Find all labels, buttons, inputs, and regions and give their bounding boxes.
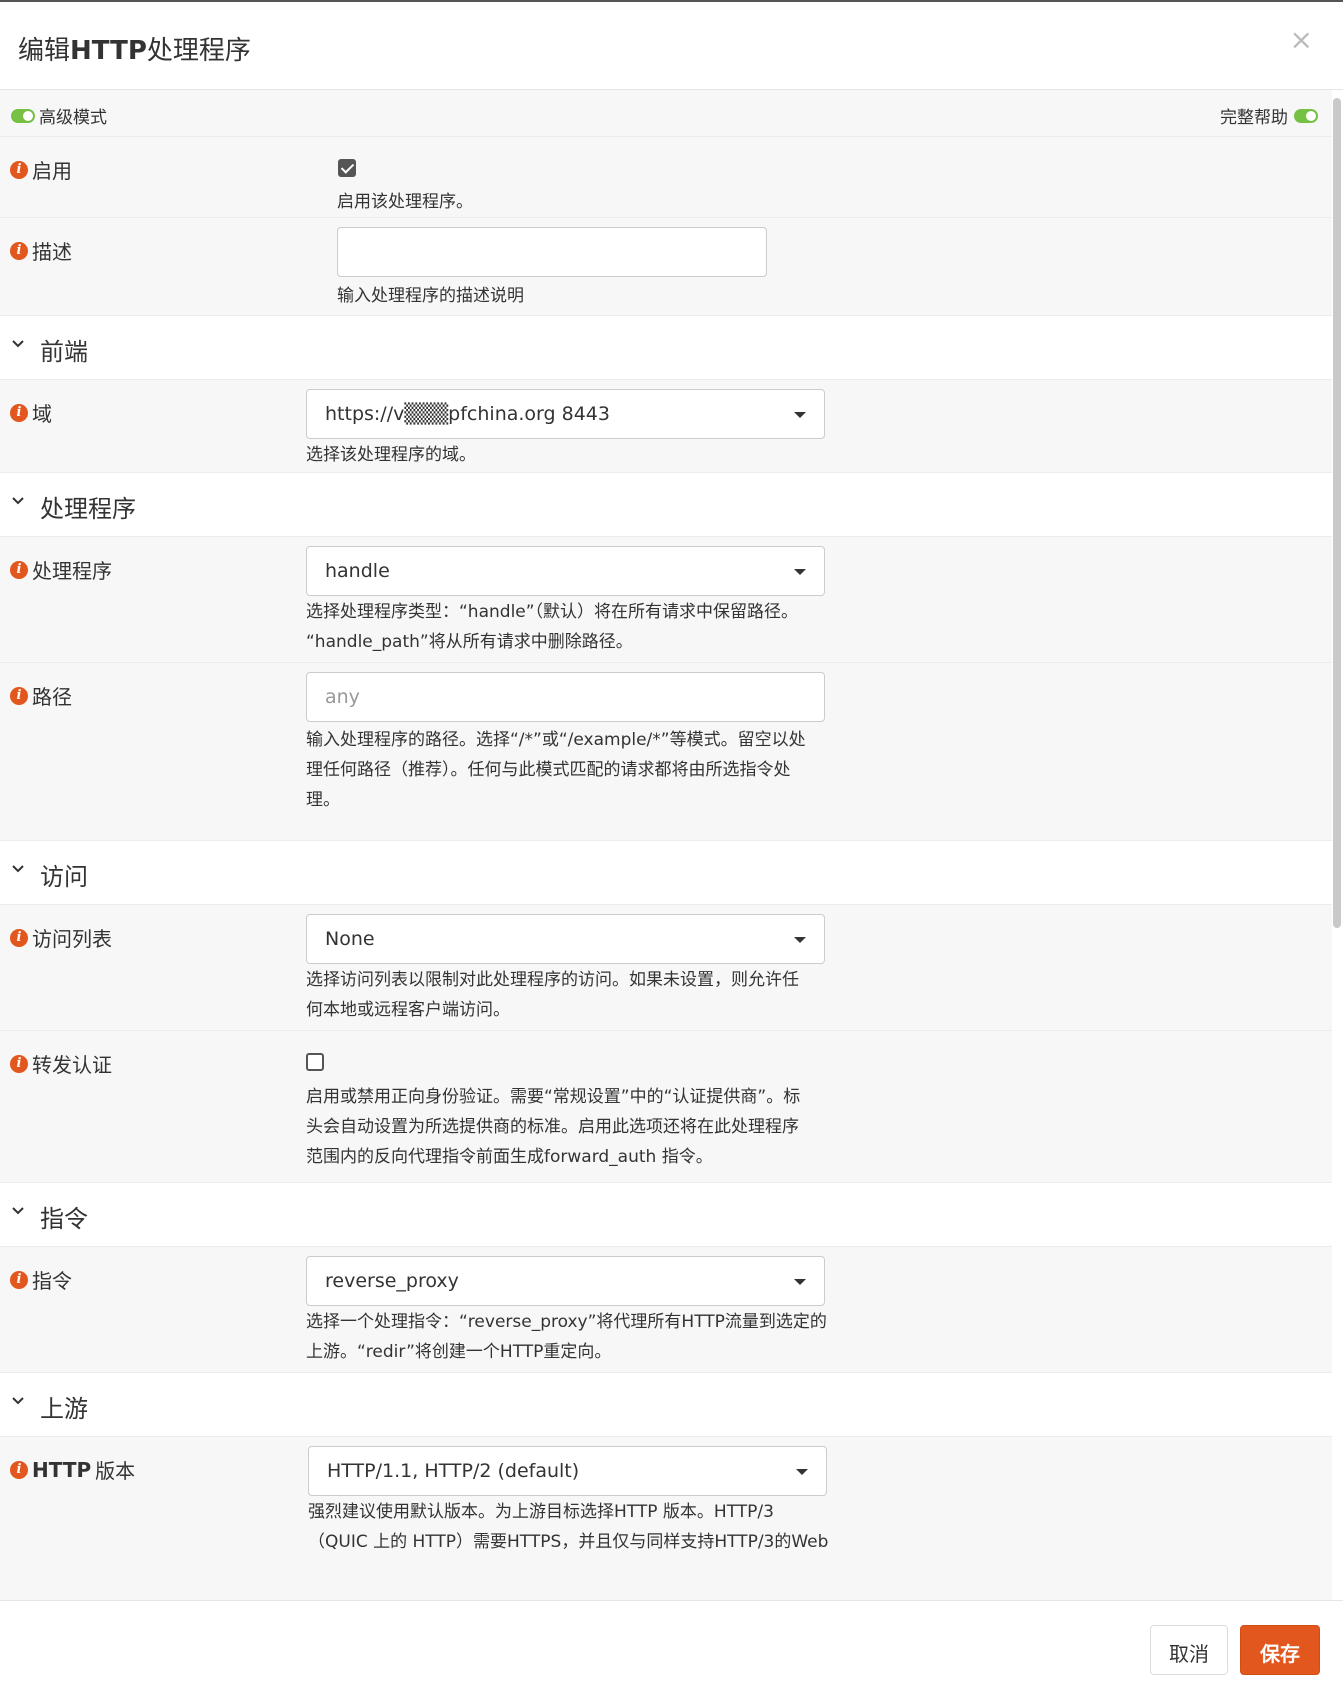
forward-auth-row: i 转发认证 启用或禁用正向身份验证。需要“常规设置”中的“认证提供商”。标 头会… — [0, 1031, 1332, 1183]
directive-label: i 指令 — [10, 1265, 72, 1294]
access-list-help: 选择访问列表以限制对此处理程序的访问。如果未设置，则允许任 何本地或远程客户端访… — [306, 970, 799, 1020]
caret-down-icon — [796, 1469, 808, 1475]
directive-help: 选择一个处理指令：“reverse_proxy”将代理所有HTTP流量到选定的 … — [306, 1312, 827, 1362]
enable-help: 启用该处理程序。 — [337, 192, 473, 212]
section-title: 指令 — [40, 1205, 88, 1233]
cancel-button[interactable]: 取消 — [1150, 1625, 1228, 1675]
path-label: i 路径 — [10, 681, 72, 710]
section-title: 前端 — [40, 338, 88, 366]
domain-label: i域 — [10, 398, 52, 427]
section-title: 上游 — [40, 1395, 88, 1423]
forward-auth-checkbox[interactable] — [306, 1053, 324, 1071]
info-icon[interactable]: i — [10, 403, 28, 422]
enable-checkbox[interactable] — [338, 159, 356, 177]
info-icon[interactable]: i — [10, 241, 28, 260]
full-help-label: 完整帮助 — [1220, 108, 1288, 128]
domain-value: https://v▒▒▒pfchina.org 8443 — [325, 403, 610, 425]
http-version-value: HTTP/1.1, HTTP/2 (default) — [327, 1460, 580, 1482]
access-list-select[interactable]: None — [306, 914, 825, 964]
handler-help: 选择处理程序类型：“handle”（默认）将在所有请求中保留路径。 “handl… — [306, 602, 799, 652]
directive-value: reverse_proxy — [325, 1270, 459, 1292]
dialog-footer: 取消 保存 — [0, 1600, 1343, 1694]
section-upstream[interactable]: 上游 — [0, 1373, 1332, 1437]
section-access[interactable]: 访问 — [0, 841, 1332, 905]
caret-down-icon — [794, 412, 806, 418]
handler-value: handle — [325, 560, 390, 582]
access-list-label: i 访问列表 — [10, 923, 112, 952]
chevron-down-icon — [12, 1207, 24, 1215]
domain-select[interactable]: https://v▒▒▒pfchina.org 8443 — [306, 389, 825, 439]
directive-select[interactable]: reverse_proxy — [306, 1256, 825, 1306]
chevron-down-icon — [12, 865, 24, 873]
chevron-down-icon — [12, 340, 24, 348]
close-icon[interactable]: × — [1290, 26, 1313, 54]
save-button[interactable]: 保存 — [1240, 1625, 1320, 1675]
section-title: 处理程序 — [40, 495, 136, 523]
toggle-switch-icon[interactable] — [1294, 108, 1318, 123]
edit-handler-dialog: 编辑HTTP处理程序 × 高级模式 完整帮助 i 启用 启用该处理程序。 i 描述 … — [0, 0, 1343, 1694]
path-input[interactable]: any — [306, 672, 825, 722]
mode-bar: 高级模式 完整帮助 — [0, 90, 1332, 137]
chevron-down-icon — [12, 1397, 24, 1405]
caret-down-icon — [794, 1279, 806, 1285]
http-version-row: i HTTP 版本 HTTP/1.1, HTTP/2 (default) 强烈建议使… — [0, 1437, 1332, 1600]
dialog-header: 编辑HTTP处理程序 × — [0, 4, 1343, 90]
section-directive[interactable]: 指令 — [0, 1183, 1332, 1247]
http-version-select[interactable]: HTTP/1.1, HTTP/2 (default) — [308, 1446, 827, 1496]
info-icon[interactable]: i — [10, 560, 28, 579]
caret-down-icon — [794, 569, 806, 575]
description-input[interactable] — [337, 227, 767, 277]
info-icon[interactable]: i — [10, 160, 28, 179]
info-icon[interactable]: i — [10, 1460, 28, 1479]
forward-auth-label: i 转发认证 — [10, 1049, 112, 1078]
access-list-value: None — [325, 928, 375, 950]
description-label: i 描述 — [10, 236, 72, 265]
description-help: 输入处理程序的描述说明 — [337, 286, 524, 306]
http-version-help: 强烈建议使用默认版本。为上游目标选择HTTP 版本。HTTP/3 （QUIC 上… — [308, 1502, 829, 1552]
handler-label: i 处理程序 — [10, 555, 112, 584]
dialog-title: 编辑HTTP处理程序 — [18, 36, 251, 66]
full-help-toggle[interactable]: 完整帮助 — [1220, 103, 1318, 128]
domain-help: 选择该处理程序的域。 — [306, 445, 476, 465]
domain-row: i域 https://v▒▒▒pfchina.org 8443 选择该处理程序的… — [0, 380, 1332, 473]
toggle-switch-icon[interactable] — [11, 108, 35, 123]
advanced-mode-label: 高级模式 — [39, 108, 107, 128]
description-row: i 描述 输入处理程序的描述说明 — [0, 218, 1332, 316]
info-icon[interactable]: i — [10, 1270, 28, 1289]
http-version-label: i HTTP 版本 — [10, 1455, 135, 1484]
info-icon[interactable]: i — [10, 686, 28, 705]
enable-label: i 启用 — [10, 155, 72, 184]
caret-down-icon — [794, 937, 806, 943]
info-icon[interactable]: i — [10, 1054, 28, 1073]
enable-row: i 启用 启用该处理程序。 — [0, 137, 1332, 218]
section-handler[interactable]: 处理程序 — [0, 473, 1332, 537]
dialog-body: 高级模式 完整帮助 i 启用 启用该处理程序。 i 描述 输入处理程序的描述说明 前… — [0, 90, 1343, 1600]
section-frontend[interactable]: 前端 — [0, 316, 1332, 380]
handler-row: i 处理程序 handle 选择处理程序类型：“handle”（默认）将在所有请求… — [0, 537, 1332, 663]
scrollbar[interactable] — [1333, 98, 1341, 928]
path-row: i 路径 any 输入处理程序的路径。选择“/*”或“/example/*”等模式… — [0, 663, 1332, 841]
info-icon[interactable]: i — [10, 928, 28, 947]
chevron-down-icon — [12, 497, 24, 505]
path-help: 输入处理程序的路径。选择“/*”或“/example/*”等模式。留空以处 理任… — [306, 730, 806, 810]
directive-row: i 指令 reverse_proxy 选择一个处理指令：“reverse_prox… — [0, 1247, 1332, 1373]
handler-select[interactable]: handle — [306, 546, 825, 596]
forward-auth-help: 启用或禁用正向身份验证。需要“常规设置”中的“认证提供商”。标 头会自动设置为所… — [306, 1087, 801, 1167]
access-list-row: i 访问列表 None 选择访问列表以限制对此处理程序的访问。如果未设置，则允许任… — [0, 905, 1332, 1031]
section-title: 访问 — [40, 863, 88, 891]
advanced-mode-toggle[interactable]: 高级模式 — [11, 103, 107, 128]
